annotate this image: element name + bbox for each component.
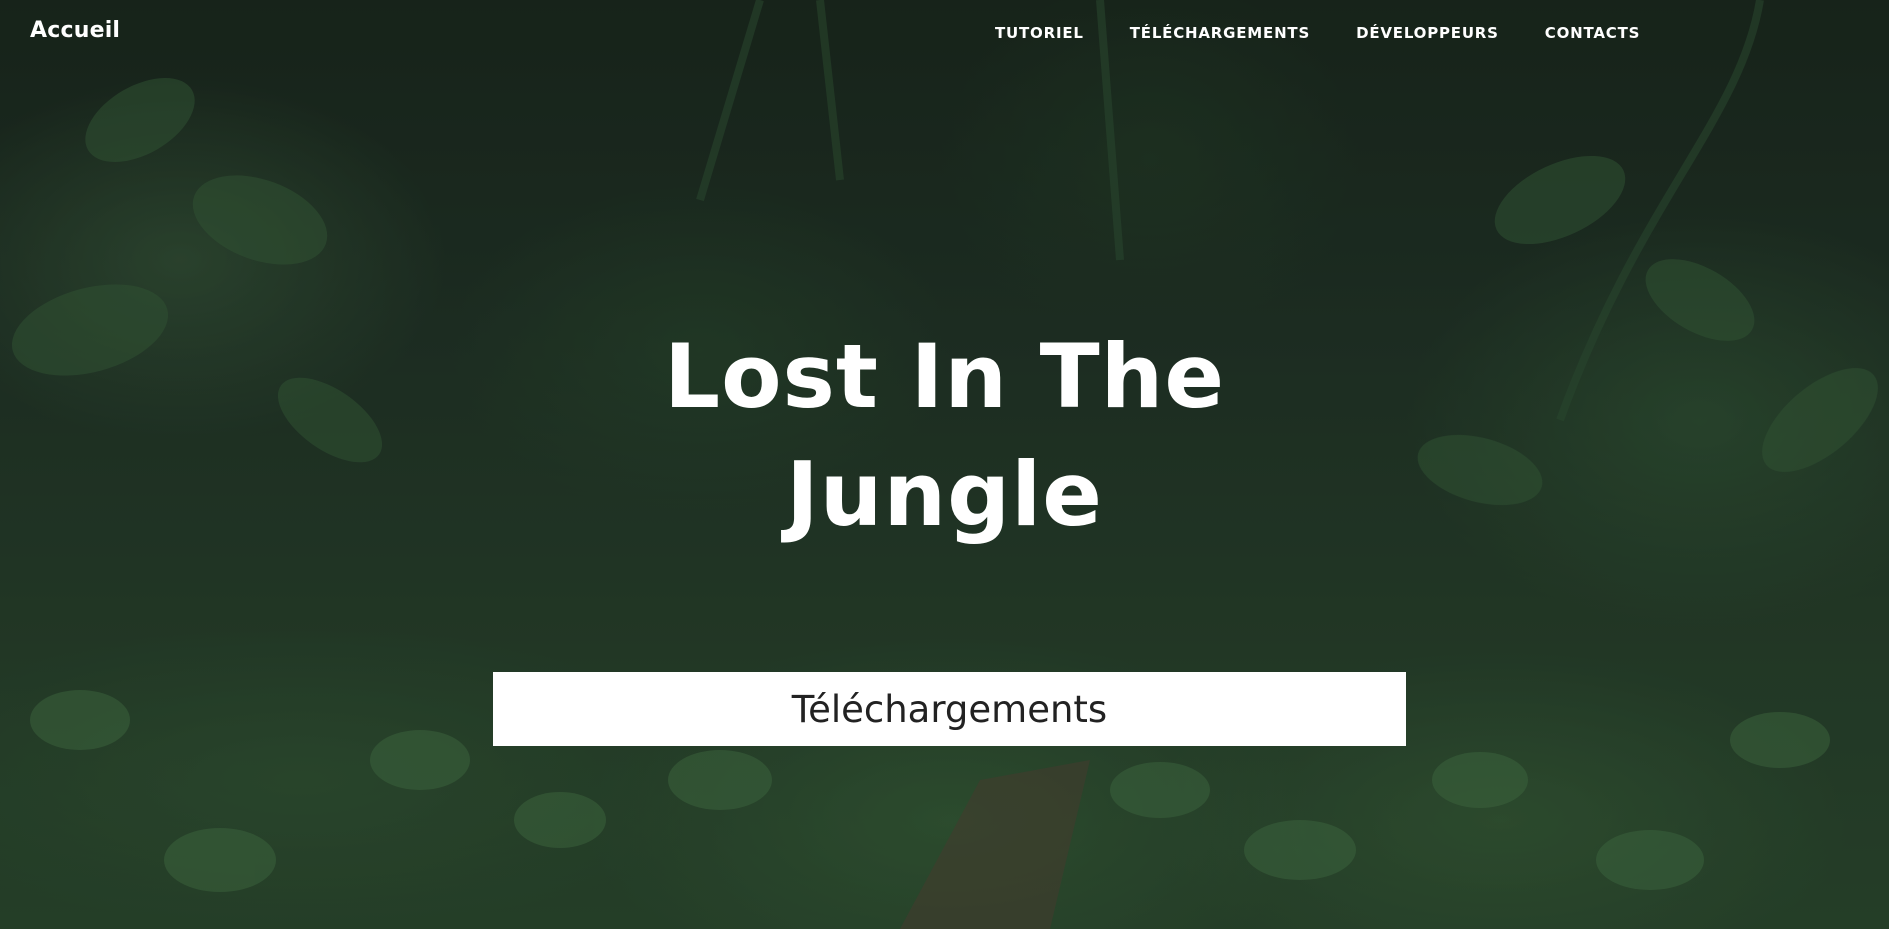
hero-title-container: Lost In The Jungle bbox=[0, 318, 1889, 554]
nav-contacts[interactable]: CONTACTS bbox=[1545, 24, 1640, 42]
downloads-button[interactable]: Téléchargements bbox=[493, 672, 1406, 746]
nav-developpeurs[interactable]: DÉVELOPPEURS bbox=[1356, 24, 1499, 42]
home-link[interactable]: Accueil bbox=[30, 18, 120, 43]
main-nav: TUTORIEL TÉLÉCHARGEMENTS DÉVELOPPEURS CO… bbox=[995, 24, 1686, 42]
hero-section: Accueil TUTORIEL TÉLÉCHARGEMENTS DÉVELOP… bbox=[0, 0, 1889, 929]
nav-tutoriel[interactable]: TUTORIEL bbox=[995, 24, 1084, 42]
nav-telechargements[interactable]: TÉLÉCHARGEMENTS bbox=[1130, 24, 1310, 42]
hero-title: Lost In The Jungle bbox=[664, 325, 1225, 546]
